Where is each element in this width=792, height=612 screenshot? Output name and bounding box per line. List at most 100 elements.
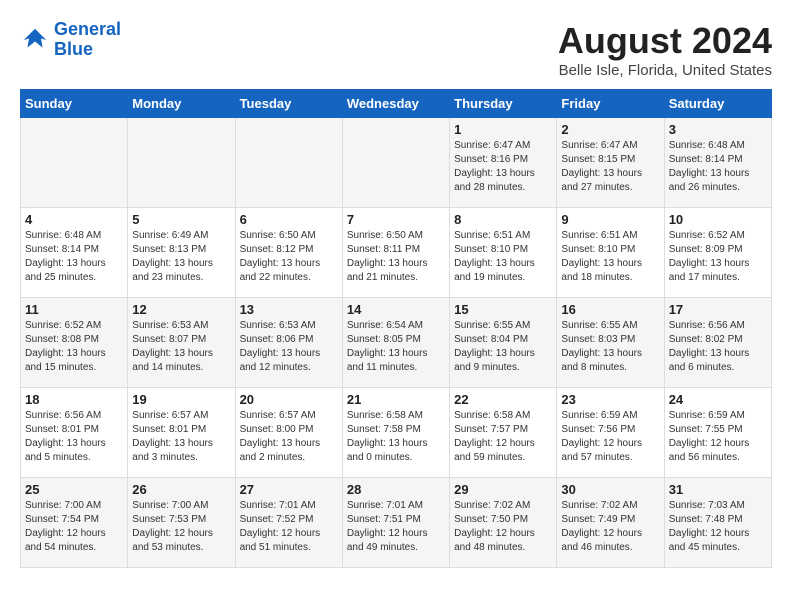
day-number: 27 — [240, 482, 338, 497]
day-number: 29 — [454, 482, 552, 497]
logo-text: General Blue — [54, 20, 121, 60]
calendar-cell: 22Sunrise: 6:58 AM Sunset: 7:57 PM Dayli… — [450, 388, 557, 478]
weekday-row: SundayMondayTuesdayWednesdayThursdayFrid… — [21, 90, 772, 118]
calendar-cell: 6 Sunrise: 6:50 AM Sunset: 8:12 PM Daylig… — [235, 208, 342, 298]
weekday-header-saturday: Saturday — [664, 90, 771, 118]
logo-bird-icon — [20, 25, 50, 55]
day-info: Sunrise: 6:47 AM Sunset: 8:16 PM Dayligh… — [454, 139, 552, 195]
day-info: Sunrise: 6:51 AM Sunset: 8:10 PM Dayligh… — [561, 229, 659, 285]
day-number: 10 — [669, 212, 767, 227]
calendar-cell: 19 Sunrise: 6:57 AM Sunset: 8:01 PM Dayli… — [128, 388, 235, 478]
day-number: 7 — [347, 212, 445, 227]
day-info: Sunrise: 6:56 AM Sunset: 8:01 PM Dayligh… — [25, 409, 123, 465]
day-info: Sunrise: 6:58 AM Sunset: 7:58 PM Dayligh… — [347, 409, 445, 465]
day-number: 11 — [25, 302, 123, 317]
title-block: August 2024 Belle Isle, Florida, United … — [558, 20, 772, 79]
calendar-week-3: 11Sunrise: 6:52 AM Sunset: 8:08 PM Dayli… — [21, 298, 772, 388]
day-info: Sunrise: 6:48 AM Sunset: 8:14 PM Dayligh… — [25, 229, 123, 285]
calendar-cell — [128, 118, 235, 208]
calendar-cell — [235, 118, 342, 208]
calendar-cell: 7 Sunrise: 6:50 AM Sunset: 8:11 PM Daylig… — [342, 208, 449, 298]
calendar-cell: 5Sunrise: 6:49 AM Sunset: 8:13 PM Daylig… — [128, 208, 235, 298]
day-info: Sunrise: 7:01 AM Sunset: 7:52 PM Dayligh… — [240, 499, 338, 555]
day-info: Sunrise: 6:50 AM Sunset: 8:12 PM Dayligh… — [240, 229, 338, 285]
day-number: 6 — [240, 212, 338, 227]
calendar-cell: 26 Sunrise: 7:00 AM Sunset: 7:53 PM Dayli… — [128, 478, 235, 568]
day-number: 19 — [132, 392, 230, 407]
calendar-cell: 18 Sunrise: 6:56 AM Sunset: 8:01 PM Dayli… — [21, 388, 128, 478]
day-info: Sunrise: 7:00 AM Sunset: 7:54 PM Dayligh… — [25, 499, 123, 555]
weekday-header-monday: Monday — [128, 90, 235, 118]
day-number: 4 — [25, 212, 123, 227]
weekday-header-friday: Friday — [557, 90, 664, 118]
day-number: 16 — [561, 302, 659, 317]
day-number: 26 — [132, 482, 230, 497]
day-info: Sunrise: 6:57 AM Sunset: 8:01 PM Dayligh… — [132, 409, 230, 465]
calendar-cell: 13 Sunrise: 6:53 AM Sunset: 8:06 PM Dayli… — [235, 298, 342, 388]
calendar-cell: 27 Sunrise: 7:01 AM Sunset: 7:52 PM Dayli… — [235, 478, 342, 568]
day-info: Sunrise: 7:01 AM Sunset: 7:51 PM Dayligh… — [347, 499, 445, 555]
day-info: Sunrise: 6:59 AM Sunset: 7:55 PM Dayligh… — [669, 409, 767, 465]
day-info: Sunrise: 6:55 AM Sunset: 8:03 PM Dayligh… — [561, 319, 659, 375]
day-info: Sunrise: 6:48 AM Sunset: 8:14 PM Dayligh… — [669, 139, 767, 195]
day-number: 1 — [454, 122, 552, 137]
calendar-cell: 28 Sunrise: 7:01 AM Sunset: 7:51 PM Dayli… — [342, 478, 449, 568]
calendar-week-2: 4 Sunrise: 6:48 AM Sunset: 8:14 PM Daylig… — [21, 208, 772, 298]
calendar-body: 1 Sunrise: 6:47 AM Sunset: 8:16 PM Daylig… — [21, 118, 772, 568]
calendar-cell — [21, 118, 128, 208]
calendar-cell: 8 Sunrise: 6:51 AM Sunset: 8:10 PM Daylig… — [450, 208, 557, 298]
day-number: 5 — [132, 212, 230, 227]
main-title: August 2024 — [558, 20, 772, 62]
day-number: 24 — [669, 392, 767, 407]
calendar-cell: 30 Sunrise: 7:02 AM Sunset: 7:49 PM Dayli… — [557, 478, 664, 568]
calendar-cell: 29Sunrise: 7:02 AM Sunset: 7:50 PM Dayli… — [450, 478, 557, 568]
day-number: 18 — [25, 392, 123, 407]
calendar-cell: 31Sunrise: 7:03 AM Sunset: 7:48 PM Dayli… — [664, 478, 771, 568]
page-header: General Blue August 2024 Belle Isle, Flo… — [20, 20, 772, 79]
calendar-cell: 16 Sunrise: 6:55 AM Sunset: 8:03 PM Dayli… — [557, 298, 664, 388]
day-info: Sunrise: 6:58 AM Sunset: 7:57 PM Dayligh… — [454, 409, 552, 465]
day-info: Sunrise: 7:02 AM Sunset: 7:49 PM Dayligh… — [561, 499, 659, 555]
calendar-cell: 17 Sunrise: 6:56 AM Sunset: 8:02 PM Dayli… — [664, 298, 771, 388]
day-number: 17 — [669, 302, 767, 317]
calendar-cell: 10Sunrise: 6:52 AM Sunset: 8:09 PM Dayli… — [664, 208, 771, 298]
weekday-header-wednesday: Wednesday — [342, 90, 449, 118]
calendar-cell: 12Sunrise: 6:53 AM Sunset: 8:07 PM Dayli… — [128, 298, 235, 388]
calendar-week-5: 25 Sunrise: 7:00 AM Sunset: 7:54 PM Dayli… — [21, 478, 772, 568]
day-number: 14 — [347, 302, 445, 317]
day-number: 25 — [25, 482, 123, 497]
calendar-cell: 15 Sunrise: 6:55 AM Sunset: 8:04 PM Dayli… — [450, 298, 557, 388]
calendar-cell: 23 Sunrise: 6:59 AM Sunset: 7:56 PM Dayli… — [557, 388, 664, 478]
calendar-cell: 21Sunrise: 6:58 AM Sunset: 7:58 PM Dayli… — [342, 388, 449, 478]
day-number: 13 — [240, 302, 338, 317]
day-info: Sunrise: 6:55 AM Sunset: 8:04 PM Dayligh… — [454, 319, 552, 375]
calendar-cell: 25 Sunrise: 7:00 AM Sunset: 7:54 PM Dayli… — [21, 478, 128, 568]
day-info: Sunrise: 6:59 AM Sunset: 7:56 PM Dayligh… — [561, 409, 659, 465]
day-info: Sunrise: 6:51 AM Sunset: 8:10 PM Dayligh… — [454, 229, 552, 285]
calendar-cell: 4 Sunrise: 6:48 AM Sunset: 8:14 PM Daylig… — [21, 208, 128, 298]
calendar-cell: 14Sunrise: 6:54 AM Sunset: 8:05 PM Dayli… — [342, 298, 449, 388]
day-info: Sunrise: 6:53 AM Sunset: 8:06 PM Dayligh… — [240, 319, 338, 375]
day-info: Sunrise: 7:00 AM Sunset: 7:53 PM Dayligh… — [132, 499, 230, 555]
day-number: 15 — [454, 302, 552, 317]
calendar-cell: 11Sunrise: 6:52 AM Sunset: 8:08 PM Dayli… — [21, 298, 128, 388]
day-info: Sunrise: 6:57 AM Sunset: 8:00 PM Dayligh… — [240, 409, 338, 465]
day-number: 20 — [240, 392, 338, 407]
weekday-header-thursday: Thursday — [450, 90, 557, 118]
calendar-cell — [342, 118, 449, 208]
day-info: Sunrise: 6:50 AM Sunset: 8:11 PM Dayligh… — [347, 229, 445, 285]
calendar-cell: 3 Sunrise: 6:48 AM Sunset: 8:14 PM Daylig… — [664, 118, 771, 208]
day-number: 23 — [561, 392, 659, 407]
day-number: 28 — [347, 482, 445, 497]
weekday-header-sunday: Sunday — [21, 90, 128, 118]
day-number: 9 — [561, 212, 659, 227]
day-info: Sunrise: 6:53 AM Sunset: 8:07 PM Dayligh… — [132, 319, 230, 375]
day-number: 8 — [454, 212, 552, 227]
day-info: Sunrise: 6:47 AM Sunset: 8:15 PM Dayligh… — [561, 139, 659, 195]
day-info: Sunrise: 6:56 AM Sunset: 8:02 PM Dayligh… — [669, 319, 767, 375]
calendar-cell: 9 Sunrise: 6:51 AM Sunset: 8:10 PM Daylig… — [557, 208, 664, 298]
day-number: 30 — [561, 482, 659, 497]
day-number: 3 — [669, 122, 767, 137]
logo-line1: General — [54, 19, 121, 39]
subtitle: Belle Isle, Florida, United States — [558, 62, 772, 79]
